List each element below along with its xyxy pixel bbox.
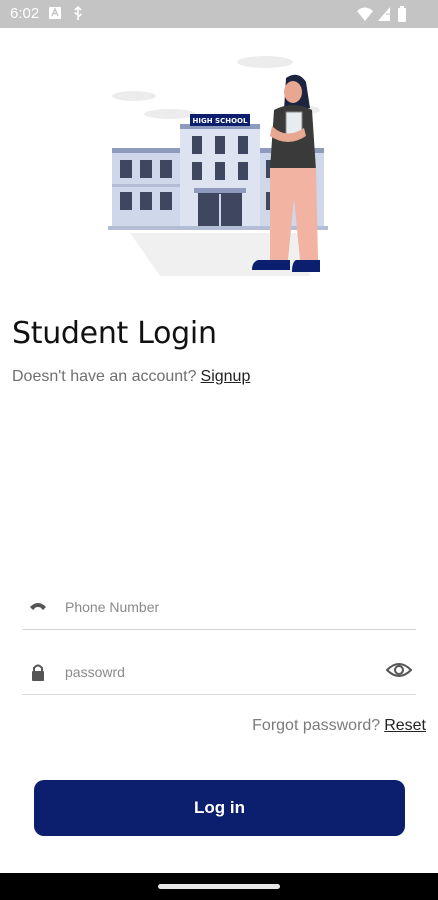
forgot-prompt: Forgot password?	[252, 717, 381, 734]
navigation-bar	[0, 873, 438, 900]
lock-icon	[32, 664, 44, 681]
battery-icon	[398, 6, 406, 22]
signup-link[interactable]: Signup	[201, 368, 251, 385]
signup-prompt: Doesn't have an account?	[12, 368, 197, 385]
login-button[interactable]: Log in	[34, 780, 405, 836]
high-school-illustration: HIGH SCHOOL	[108, 56, 328, 276]
signup-prompt-row: Doesn't have an account? Signup	[12, 368, 250, 386]
usb-icon	[74, 6, 83, 20]
page-title: Student Login	[12, 316, 217, 351]
phone-icon	[30, 603, 46, 610]
a11y-icon	[49, 7, 61, 19]
phone-field[interactable]: Phone Number	[22, 585, 416, 630]
reset-link[interactable]: Reset	[384, 717, 426, 734]
password-field[interactable]: passowrd	[22, 650, 416, 695]
wifi-icon	[357, 7, 373, 21]
phone-placeholder: Phone Number	[65, 599, 160, 615]
status-time: 6:02	[10, 5, 40, 22]
home-gesture-handle[interactable]	[158, 884, 280, 889]
status-bar: 6:02	[0, 0, 438, 28]
eye-icon[interactable]	[386, 660, 412, 680]
password-placeholder: passowrd	[65, 664, 125, 680]
school-sign-text: HIGH SCHOOL	[193, 117, 248, 125]
signal-icon	[378, 7, 390, 21]
forgot-password-row: Forgot password? Reset	[252, 717, 426, 735]
